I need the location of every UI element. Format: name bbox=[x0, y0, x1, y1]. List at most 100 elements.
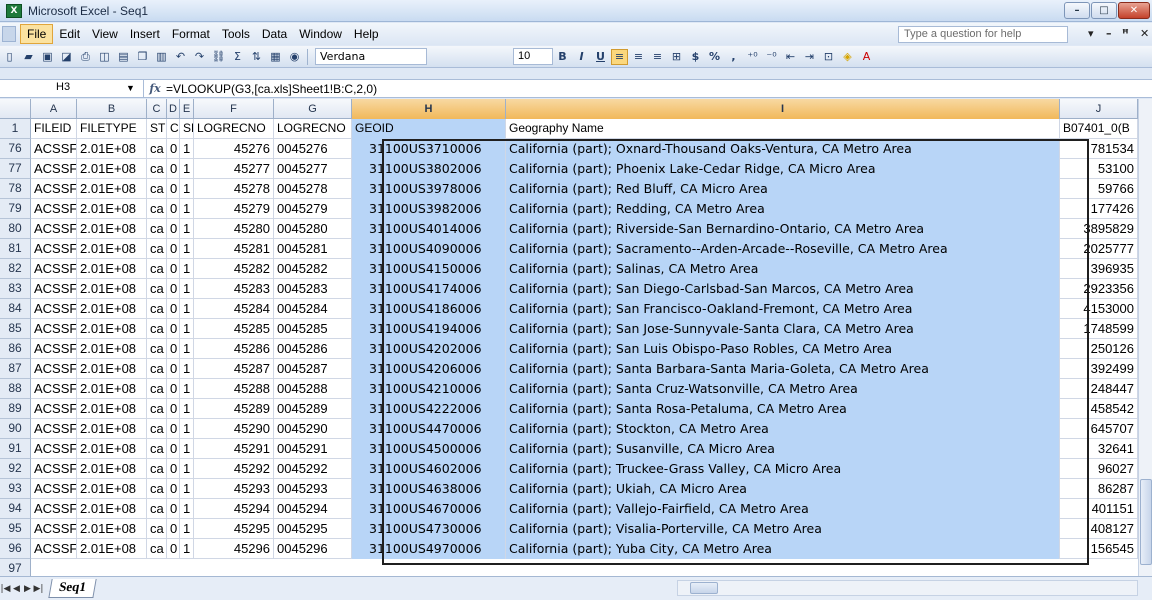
cell-b07401-value[interactable]: 396935 bbox=[1060, 259, 1138, 279]
cell-sequence[interactable]: 1 bbox=[180, 239, 194, 259]
menu-data[interactable]: Data bbox=[256, 25, 293, 43]
cell-b07401-value[interactable]: 4153000 bbox=[1060, 299, 1138, 319]
cell-geography-name[interactable]: California (part); Redding, CA Metro Are… bbox=[506, 199, 1060, 219]
formula-input[interactable]: =VLOOKUP(G3,[ca.xls]Sheet1!B:C,2,0) bbox=[166, 82, 377, 96]
cell-stusab[interactable]: ca bbox=[147, 279, 167, 299]
sort-ascending-icon[interactable]: ⇅ bbox=[248, 49, 265, 65]
cell-geography-name[interactable]: California (part); Susanville, CA Micro … bbox=[506, 439, 1060, 459]
open-icon[interactable]: ▰ bbox=[20, 49, 37, 65]
cell-stusab[interactable]: ca bbox=[147, 419, 167, 439]
cell-filetype[interactable]: 2.01E+08 bbox=[77, 339, 147, 359]
cell-sequence[interactable]: 1 bbox=[180, 139, 194, 159]
cell-sequence[interactable]: 1 bbox=[180, 259, 194, 279]
maximize-button[interactable]: □ bbox=[1091, 2, 1117, 19]
cell-logrecno-text[interactable]: 0045287 bbox=[274, 359, 352, 379]
help-dropdown-icon[interactable]: ▾ bbox=[1088, 27, 1094, 40]
cell-logrecno-text[interactable]: 0045281 bbox=[274, 239, 352, 259]
cell-geoid[interactable]: 31100US4638006 bbox=[352, 479, 506, 499]
font-name-select[interactable]: Verdana bbox=[315, 48, 427, 65]
workbook-close-button[interactable]: ✕ bbox=[1140, 27, 1149, 40]
column-header-f[interactable]: F bbox=[194, 99, 274, 119]
row-header[interactable]: 95 bbox=[0, 519, 31, 539]
cell-chariter[interactable]: 0 bbox=[167, 139, 180, 159]
cell-logrecno-text[interactable]: 0045278 bbox=[274, 179, 352, 199]
cell-filetype[interactable]: 2.01E+08 bbox=[77, 459, 147, 479]
workbook-icon[interactable] bbox=[2, 26, 16, 42]
workbook-restore-button[interactable]: ꟸ bbox=[1122, 27, 1129, 40]
cell-geoid[interactable]: 31100US4602006 bbox=[352, 459, 506, 479]
cell-filetype[interactable]: 2.01E+08 bbox=[77, 399, 147, 419]
cell-stusab[interactable]: ca bbox=[147, 379, 167, 399]
cell-geography-name[interactable]: California (part); Red Bluff, CA Micro A… bbox=[506, 179, 1060, 199]
research-icon[interactable]: ▤ bbox=[115, 49, 132, 65]
cell-sequence[interactable]: 1 bbox=[180, 399, 194, 419]
name-box[interactable]: H3 ▼ bbox=[0, 80, 144, 97]
workbook-minimize-button[interactable]: – bbox=[1106, 27, 1112, 40]
cell-fileid[interactable]: ACSSF bbox=[31, 499, 77, 519]
close-button[interactable]: ✕ bbox=[1118, 2, 1150, 19]
cell-filetype[interactable]: 2.01E+08 bbox=[77, 379, 147, 399]
cell-fileid[interactable]: ACSSF bbox=[31, 319, 77, 339]
cell-logrecno[interactable]: 45287 bbox=[194, 359, 274, 379]
cell-geoid[interactable]: 31100US4670006 bbox=[352, 499, 506, 519]
cell-chariter[interactable]: 0 bbox=[167, 459, 180, 479]
cell-geography-name[interactable]: California (part); Santa Rosa-Petaluma, … bbox=[506, 399, 1060, 419]
cell-chariter[interactable]: CI bbox=[167, 119, 180, 139]
cell-logrecno[interactable]: 45277 bbox=[194, 159, 274, 179]
cell-geography-name[interactable]: California (part); Santa Barbara-Santa M… bbox=[506, 359, 1060, 379]
help-search-input[interactable]: Type a question for help bbox=[898, 26, 1068, 43]
cell-stusab[interactable]: ca bbox=[147, 479, 167, 499]
cell-geography-name[interactable]: California (part); San Diego-Carlsbad-Sa… bbox=[506, 279, 1060, 299]
cell-logrecno-text[interactable]: 0045277 bbox=[274, 159, 352, 179]
cell-fileid[interactable]: ACSSF bbox=[31, 339, 77, 359]
cell-filetype[interactable]: 2.01E+08 bbox=[77, 439, 147, 459]
cell-stusab[interactable]: ca bbox=[147, 179, 167, 199]
help-icon[interactable]: ◉ bbox=[286, 49, 303, 65]
cell-geography-name[interactable]: California (part); Vallejo-Fairfield, CA… bbox=[506, 499, 1060, 519]
decrease-decimal-icon[interactable]: ⁻⁰ bbox=[763, 49, 780, 65]
first-sheet-icon[interactable]: |◀ bbox=[0, 584, 11, 594]
cell-logrecno-text[interactable]: 0045290 bbox=[274, 419, 352, 439]
cell-geoid[interactable]: 31100US4174006 bbox=[352, 279, 506, 299]
spreadsheet-grid[interactable]: A B C D E F G H I J 1FILEIDFILETYPESTUCI… bbox=[0, 99, 1152, 576]
cell-b07401-value[interactable]: 401151 bbox=[1060, 499, 1138, 519]
next-sheet-icon[interactable]: ▶ bbox=[22, 584, 33, 594]
copy-icon[interactable]: ❐ bbox=[134, 49, 151, 65]
cell-chariter[interactable]: 0 bbox=[167, 159, 180, 179]
menu-tools[interactable]: Tools bbox=[216, 25, 256, 43]
row-header[interactable]: 77 bbox=[0, 159, 31, 179]
print-icon[interactable]: ⎙ bbox=[77, 49, 94, 65]
select-all-corner[interactable] bbox=[0, 99, 31, 119]
cell-geoid[interactable]: 31100US4210006 bbox=[352, 379, 506, 399]
cell-b07401-value[interactable]: B07401_0(B bbox=[1060, 119, 1138, 139]
cell-logrecno[interactable]: 45278 bbox=[194, 179, 274, 199]
cell-geoid[interactable]: 31100US4470006 bbox=[352, 419, 506, 439]
column-header-a[interactable]: A bbox=[31, 99, 77, 119]
cell-logrecno-text[interactable]: 0045286 bbox=[274, 339, 352, 359]
cell-logrecno[interactable]: 45295 bbox=[194, 519, 274, 539]
column-header-h[interactable]: H bbox=[352, 99, 506, 119]
cell-stusab[interactable]: ca bbox=[147, 519, 167, 539]
cell-logrecno[interactable]: 45276 bbox=[194, 139, 274, 159]
vertical-scroll-thumb[interactable] bbox=[1140, 479, 1152, 565]
cell-b07401-value[interactable]: 645707 bbox=[1060, 419, 1138, 439]
increase-decimal-icon[interactable]: ⁺⁰ bbox=[744, 49, 761, 65]
cell-stusab[interactable]: ca bbox=[147, 219, 167, 239]
row-header[interactable]: 80 bbox=[0, 219, 31, 239]
cell-sequence[interactable]: 1 bbox=[180, 359, 194, 379]
cell-filetype[interactable]: 2.01E+08 bbox=[77, 279, 147, 299]
cell-filetype[interactable]: 2.01E+08 bbox=[77, 319, 147, 339]
cell-filetype[interactable]: 2.01E+08 bbox=[77, 359, 147, 379]
cell-geography-name[interactable]: California (part); San Francisco-Oakland… bbox=[506, 299, 1060, 319]
cell-stusab[interactable]: ca bbox=[147, 359, 167, 379]
cell-b07401-value[interactable]: 96027 bbox=[1060, 459, 1138, 479]
cell-sequence[interactable]: 1 bbox=[180, 179, 194, 199]
decrease-indent-icon[interactable]: ⇤ bbox=[782, 49, 799, 65]
cell-geography-name[interactable]: California (part); Truckee-Grass Valley,… bbox=[506, 459, 1060, 479]
cell-b07401-value[interactable]: 2025777 bbox=[1060, 239, 1138, 259]
row-header[interactable]: 93 bbox=[0, 479, 31, 499]
cell-geoid[interactable]: 31100US3982006 bbox=[352, 199, 506, 219]
cell-stusab[interactable]: STU bbox=[147, 119, 167, 139]
cell-stusab[interactable]: ca bbox=[147, 139, 167, 159]
font-color-icon[interactable]: A bbox=[858, 49, 875, 65]
